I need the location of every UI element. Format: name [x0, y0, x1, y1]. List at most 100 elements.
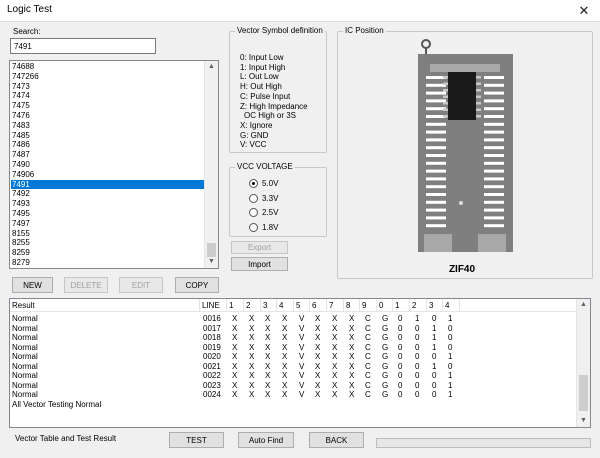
table-scroll-thumb[interactable]	[579, 375, 588, 411]
table-cell: X	[265, 390, 271, 399]
socket-slot	[484, 122, 504, 126]
table-scrollbar[interactable]: ▲ ▼	[576, 299, 590, 427]
table-header-cell[interactable]: Result	[10, 299, 200, 312]
table-row[interactable]: Normal 0018 X X X X V X X X C G 0 0 1 0	[10, 333, 578, 342]
radio-icon[interactable]	[249, 208, 258, 217]
table-row[interactable]: Normal 0020 X X X X V X X X C G 0 0 0 1	[10, 352, 578, 361]
chip-list-item[interactable]: 7497	[11, 219, 205, 228]
table-cell: X	[282, 371, 288, 380]
table-cell: X	[282, 314, 288, 323]
socket-lever-handle	[421, 39, 431, 49]
copy-button[interactable]: COPY	[175, 277, 219, 293]
table-row[interactable]: Normal 0016 X X X X V X X X C G 0 1 0 1	[10, 314, 578, 323]
table-cell: 0	[432, 371, 437, 380]
chip-list-item[interactable]: 7493	[11, 199, 205, 208]
new-button[interactable]: NEW	[12, 277, 53, 293]
table-header-cell[interactable]: 3	[261, 299, 277, 312]
chip-list-item[interactable]: 74688	[11, 62, 205, 71]
chip-list-item[interactable]: 7474	[11, 91, 205, 100]
back-button[interactable]: BACK	[309, 432, 364, 448]
table-header-cell[interactable]: 1	[393, 299, 410, 312]
list-scrollbar[interactable]: ▲ ▼	[204, 61, 218, 268]
search-input[interactable]	[10, 38, 156, 54]
table-cell: 0017	[203, 323, 221, 333]
delete-button[interactable]: DELETE	[64, 277, 108, 293]
chip-list-item[interactable]: 7485	[11, 131, 205, 140]
radio-icon[interactable]	[249, 222, 258, 232]
chip-list-item[interactable]: 7487	[11, 150, 205, 159]
table-cell: V	[299, 323, 305, 333]
table-scroll-down-icon[interactable]: ▼	[577, 415, 590, 427]
table-header-cell[interactable]: 9	[360, 299, 377, 312]
table-row[interactable]: Normal 0022 X X X X V X X X C G 0 0 0 1	[10, 371, 578, 380]
table-header-cell[interactable]: 7	[327, 299, 344, 312]
table-header-cell[interactable]: 2	[244, 299, 261, 312]
scroll-down-icon[interactable]: ▼	[205, 256, 218, 268]
chip-list-item[interactable]: 7475	[11, 101, 205, 110]
socket-slot	[484, 208, 504, 212]
table-header-cell[interactable]: 2	[410, 299, 427, 312]
radio-icon[interactable]	[249, 193, 258, 203]
chip-list-item[interactable]: 8279	[11, 258, 205, 267]
chip-list-item[interactable]: 7490	[11, 160, 205, 169]
auto-find-button[interactable]: Auto Find	[238, 432, 294, 448]
table-header-cell[interactable]: 4	[277, 299, 294, 312]
table-row[interactable]: Normal 0019 X X X X V X X X C G 0 0 1 0	[10, 343, 578, 352]
vector-definition-line: 1: Input High	[240, 62, 286, 72]
table-row[interactable]: Normal 0024 X X X X V X X X C G 0 0 0 1	[10, 390, 578, 399]
table-scroll-up-icon[interactable]: ▲	[577, 299, 590, 311]
chip-list-item[interactable]: 747266	[11, 72, 205, 81]
chip-list-item[interactable]: 7492	[11, 189, 205, 198]
progress-bar	[376, 438, 591, 448]
table-header-cell[interactable]: 6	[310, 299, 327, 312]
table-cell: V	[299, 333, 305, 342]
chip-list-item[interactable]: 7486	[11, 140, 205, 149]
table-header-cell[interactable]: 8	[344, 299, 360, 312]
table-header-cell[interactable]: 4	[443, 299, 460, 312]
table-header-cell[interactable]: 1	[227, 299, 244, 312]
table-cell: X	[232, 314, 238, 323]
table-cell: X	[282, 333, 288, 342]
chip-list-item[interactable]: 7495	[11, 209, 205, 218]
vector-definition-line: OC High or 3S	[244, 111, 297, 121]
chip-list-item[interactable]: 8155	[11, 229, 205, 238]
chip-list-item[interactable]: 8259	[11, 248, 205, 257]
table-header-cell[interactable]: 0	[377, 299, 393, 312]
chip-list-item[interactable]: 8255	[11, 238, 205, 247]
export-button[interactable]: Export	[231, 241, 288, 254]
table-cell: 1	[448, 390, 453, 399]
result-table[interactable]: Result LINE 1 2 3 4 5 6 7 8 9 0 1 2 3 4 Normal 0016 X X X X V…	[9, 298, 591, 428]
chip-list-item[interactable]: 7473	[11, 82, 205, 91]
table-cell: Normal	[12, 390, 38, 399]
table-row[interactable]: Normal 0021 X X X X V X X X C G 0 0 1 0	[10, 362, 578, 371]
socket-slot	[484, 200, 504, 204]
table-header-cell[interactable]: 3	[427, 299, 443, 312]
scroll-up-icon[interactable]: ▲	[205, 61, 218, 73]
list-scroll-thumb[interactable]	[207, 243, 216, 257]
edit-button[interactable]: EDIT	[119, 277, 163, 293]
chip-list-item[interactable]: 7476	[11, 111, 205, 120]
socket-slot	[426, 122, 446, 126]
chip-list-item[interactable]: 7483	[11, 121, 205, 130]
table-cell: X	[332, 361, 338, 371]
table-cell: X	[315, 371, 321, 380]
chip-list-item[interactable]: 7491	[11, 179, 205, 189]
summary-row[interactable]: All Vector Testing Normal	[10, 400, 578, 409]
close-icon[interactable]: ✕	[572, 1, 596, 21]
import-button[interactable]: Import	[231, 257, 288, 271]
table-row[interactable]: Normal 0023 X X X X V X X X C G 0 0 0 1	[10, 381, 578, 390]
table-cell: C	[365, 371, 371, 380]
table-cell: X	[232, 371, 238, 380]
socket-slot	[426, 169, 446, 173]
table-header: Result LINE 1 2 3 4 5 6 7 8 9 0 1 2 3 4	[10, 299, 578, 312]
table-header-cell[interactable]: LINE	[200, 299, 227, 312]
radio-icon[interactable]	[249, 179, 258, 188]
table-row[interactable]: Normal 0017 X X X X V X X X C G 0 0 1 0	[10, 324, 578, 333]
chip-pin	[476, 95, 481, 98]
table-cell: X	[282, 342, 288, 352]
chip-list-item[interactable]: 74906	[11, 170, 205, 179]
vector-definition-group: Vector Symbol definition 0: Input Low 1: …	[229, 26, 327, 153]
test-button[interactable]: TEST	[169, 432, 224, 448]
chip-list[interactable]: 74688 747266 7473 7474 7475 7476 7483 7485 7486 7…	[9, 60, 219, 269]
table-header-cell[interactable]: 5	[294, 299, 310, 312]
